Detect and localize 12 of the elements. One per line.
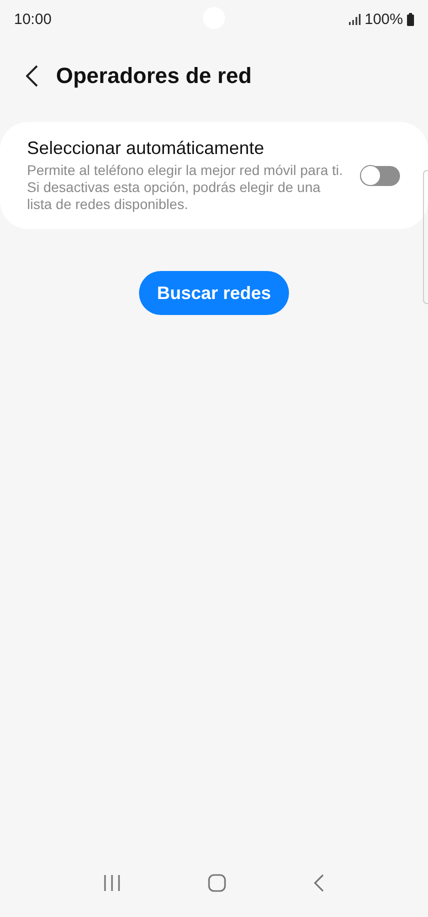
battery-percentage: 100% xyxy=(364,10,403,28)
setting-title: Seleccionar automáticamente xyxy=(27,138,266,159)
toggle-switch[interactable] xyxy=(360,166,400,186)
back-icon[interactable] xyxy=(312,874,325,892)
home-icon[interactable] xyxy=(208,874,226,892)
page-title: Operadores de red xyxy=(56,63,252,89)
search-networks-button[interactable]: Buscar redes xyxy=(138,271,290,315)
status-time: 10:00 xyxy=(14,10,52,28)
setting-description: Permite al teléfono elegir la mejor red móvil para ti. Si desactivas esta opción, podrás elegir de una lista de redes disponibles. xyxy=(27,162,344,213)
signal-icon xyxy=(348,14,361,24)
battery-icon xyxy=(407,12,414,26)
recent-apps-icon[interactable] xyxy=(103,874,122,892)
